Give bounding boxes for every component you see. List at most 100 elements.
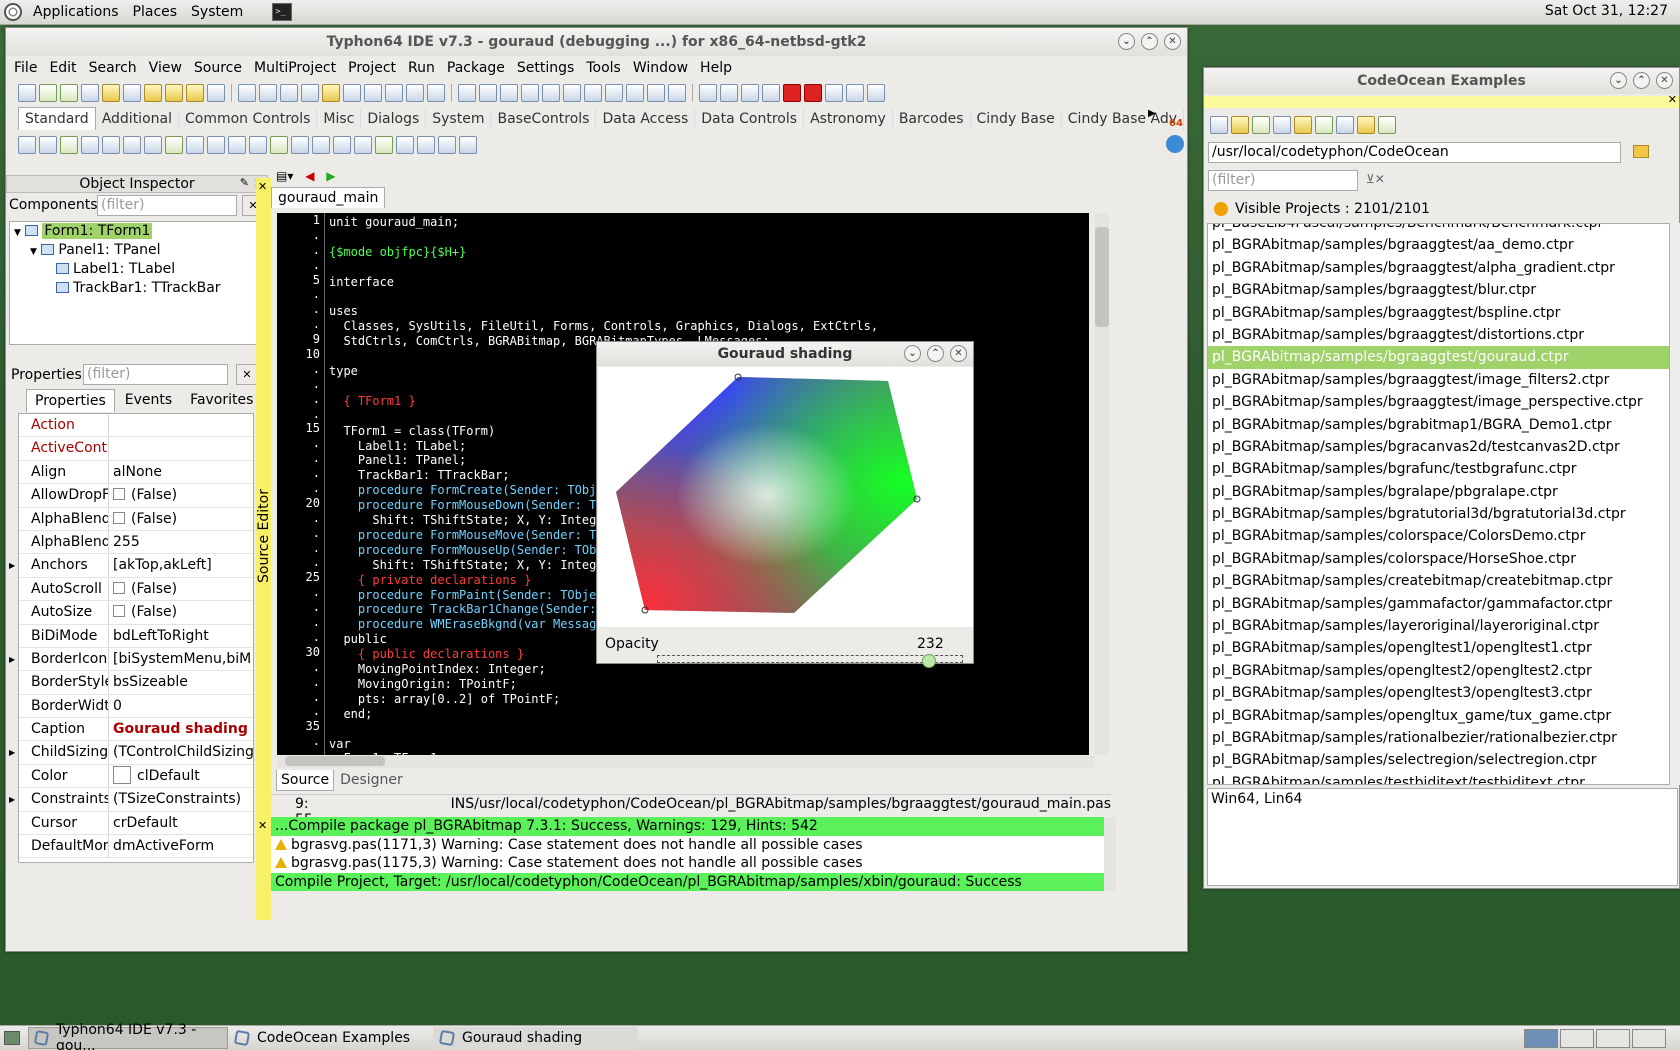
close-icon[interactable]: ✕ — [256, 819, 267, 832]
projects-filter-input[interactable]: (filter) — [1208, 170, 1358, 191]
gouraud-titlebar[interactable]: Gouraud shading ⌄ ⌃ ✕ — [597, 342, 973, 366]
toolbar-button-icon[interactable] — [647, 84, 665, 102]
tab-source[interactable]: Source — [276, 770, 335, 791]
component-icon[interactable] — [228, 136, 246, 154]
close-icon[interactable]: ✕ — [1668, 93, 1677, 106]
palette-tab-data-access[interactable]: Data Access — [596, 108, 696, 130]
menu-system[interactable]: System — [184, 4, 250, 20]
toolbar-button-icon[interactable] — [762, 84, 780, 102]
project-item[interactable]: pl_BGRAbitmap/samples/bgraaggtest/bsplin… — [1208, 302, 1669, 324]
tab-events[interactable]: Events — [115, 389, 182, 412]
close-icon[interactable]: ✕ — [1164, 33, 1181, 50]
property-value[interactable]: bdLeftToRight — [109, 625, 253, 647]
menu-settings[interactable]: Settings — [511, 60, 580, 76]
close-icon[interactable]: ✕ — [950, 345, 967, 362]
component-icon[interactable] — [354, 136, 372, 154]
property-value[interactable]: 255 — [109, 531, 253, 553]
codeocean-titlebar[interactable]: CodeOcean Examples ⌄ ⌃ ✕ — [1204, 68, 1679, 94]
project-item[interactable]: pl_BGRAbitmap/samples/colorspace/HorseSh… — [1208, 548, 1669, 570]
toolbar-button-icon[interactable] — [804, 84, 822, 102]
messages-side-tab[interactable]: ✕ — [256, 817, 271, 891]
property-value[interactable]: bsSizeable — [109, 671, 253, 693]
toolbar-button-icon[interactable] — [605, 84, 623, 102]
codeocean-tool-icon[interactable] — [1315, 116, 1333, 134]
palette-scroll-right-icon[interactable]: ▶ — [1148, 108, 1156, 119]
toolbar-button-icon[interactable] — [81, 84, 99, 102]
message-item[interactable]: bgrasvg.pas(1171,3) Warning: Case statem… — [271, 836, 1104, 855]
editor-vscrollbar[interactable] — [1095, 213, 1109, 755]
maximize-icon[interactable]: ⌃ — [1633, 72, 1650, 89]
tree-node-label1[interactable]: Label1: TLabel — [10, 260, 263, 279]
expand-arrow-icon[interactable]: ▶ — [9, 648, 15, 671]
property-value[interactable]: (False) — [109, 508, 253, 530]
property-row[interactable]: BiDiMode bdLeftToRight — [19, 624, 253, 648]
message-item[interactable]: ...Compile package pl_BGRAbitmap 7.3.1: … — [271, 817, 1104, 836]
toolbar-button-icon[interactable] — [563, 84, 581, 102]
component-icon[interactable] — [438, 136, 456, 154]
maximize-icon[interactable]: ⌃ — [1141, 33, 1158, 50]
component-icon[interactable] — [165, 136, 183, 154]
messages-scrollbar[interactable] — [1104, 817, 1116, 891]
property-value[interactable]: (False) — [109, 601, 253, 623]
toolbar-button-icon[interactable] — [364, 84, 382, 102]
checkbox[interactable] — [113, 581, 125, 594]
project-item[interactable]: pl_BGRAbitmap/samples/bgrafunc/testbgraf… — [1208, 458, 1669, 480]
editor-hscrollbar[interactable] — [277, 756, 1095, 768]
project-item[interactable]: pl_BGRAbitmap/samples/rationalbezier/rat… — [1208, 727, 1669, 749]
close-icon[interactable]: ✕ — [256, 180, 267, 193]
menu-file[interactable]: File — [8, 60, 43, 76]
codeocean-tool-icon[interactable] — [1378, 116, 1396, 134]
components-filter-input[interactable]: (filter) — [97, 195, 237, 216]
toolbar-button-icon[interactable] — [39, 84, 57, 102]
menu-search[interactable]: Search — [83, 60, 143, 76]
property-row[interactable]: Color clDefault — [19, 764, 253, 789]
palette-tab-data-controls[interactable]: Data Controls — [695, 108, 805, 130]
codeocean-tool-icon[interactable] — [1273, 116, 1291, 134]
palette-tab-dialogs[interactable]: Dialogs — [361, 108, 427, 130]
component-icon[interactable] — [249, 136, 267, 154]
project-item[interactable]: pl_BGRAbitmap/samples/layeroriginal/laye… — [1208, 615, 1669, 637]
expand-arrow-icon[interactable]: ▶ — [9, 788, 15, 811]
property-value[interactable]: Gouraud shading — [109, 718, 253, 740]
source-editor-side-tab[interactable]: ✕ Source Editor — [256, 178, 272, 920]
editor-menu-icon[interactable]: ▤▾ — [276, 169, 293, 183]
tab-designer[interactable]: Designer — [334, 770, 409, 791]
property-row[interactable]: BorderIcons [biSystemMenu,biM ▶ — [9, 647, 253, 672]
toolbar-button-icon[interactable] — [584, 84, 602, 102]
toolbar-button-icon[interactable] — [741, 84, 759, 102]
component-icon[interactable] — [375, 136, 393, 154]
component-icon[interactable] — [417, 136, 435, 154]
property-row[interactable]: AutoSize (False) — [19, 601, 253, 625]
project-item[interactable]: pl_BaseLib4Pascal/samples/Benchmark/Benc… — [1208, 224, 1669, 234]
pointer-tool-icon[interactable] — [18, 136, 36, 154]
toolbar-button-icon[interactable] — [238, 84, 256, 102]
property-value[interactable]: (TControlChildSizing — [109, 741, 253, 763]
minimize-icon[interactable]: ⌄ — [904, 345, 921, 362]
distro-logo-icon[interactable] — [4, 3, 22, 21]
toolbar-button-icon[interactable] — [406, 84, 424, 102]
menu-help[interactable]: Help — [694, 60, 738, 76]
property-row[interactable]: AlphaBlend (False) — [19, 507, 253, 531]
toolbar-button-icon[interactable] — [186, 84, 204, 102]
toolbar-button-icon[interactable] — [123, 84, 141, 102]
property-value[interactable] — [109, 414, 253, 436]
browse-folder-icon[interactable] — [1633, 145, 1649, 158]
clear-filter-icon[interactable]: ⊻✕ — [1366, 172, 1385, 186]
toolbar-button-icon[interactable] — [259, 84, 277, 102]
property-row[interactable]: AllowDropFiles (False) — [19, 484, 253, 508]
menu-project[interactable]: Project — [342, 60, 402, 76]
taskbar-item-ide[interactable]: Typhon64 IDE v7.3 - gou... — [28, 1022, 228, 1050]
maximize-icon[interactable]: ⌃ — [927, 345, 944, 362]
toolbar-button-icon[interactable] — [521, 84, 539, 102]
palette-tab-basecontrols[interactable]: BaseControls — [491, 108, 597, 130]
palette-tab-cindy-base[interactable]: Cindy Base — [971, 108, 1062, 130]
menu-view[interactable]: View — [143, 60, 188, 76]
expand-arrow-icon[interactable]: ▶ — [9, 741, 15, 764]
project-item[interactable]: pl_BGRAbitmap/samples/bgralape/pbgralape… — [1208, 481, 1669, 503]
project-item[interactable]: pl_BGRAbitmap/samples/bgracanvas2d/testc… — [1208, 436, 1669, 458]
property-row[interactable]: Action — [19, 414, 253, 438]
palette-tab-cindy-base-adv[interactable]: Cindy Base Adv — [1062, 108, 1184, 130]
component-icon[interactable] — [144, 136, 162, 154]
component-icon[interactable] — [312, 136, 330, 154]
project-item[interactable]: pl_BGRAbitmap/samples/bgraaggtest/image_… — [1208, 391, 1669, 413]
